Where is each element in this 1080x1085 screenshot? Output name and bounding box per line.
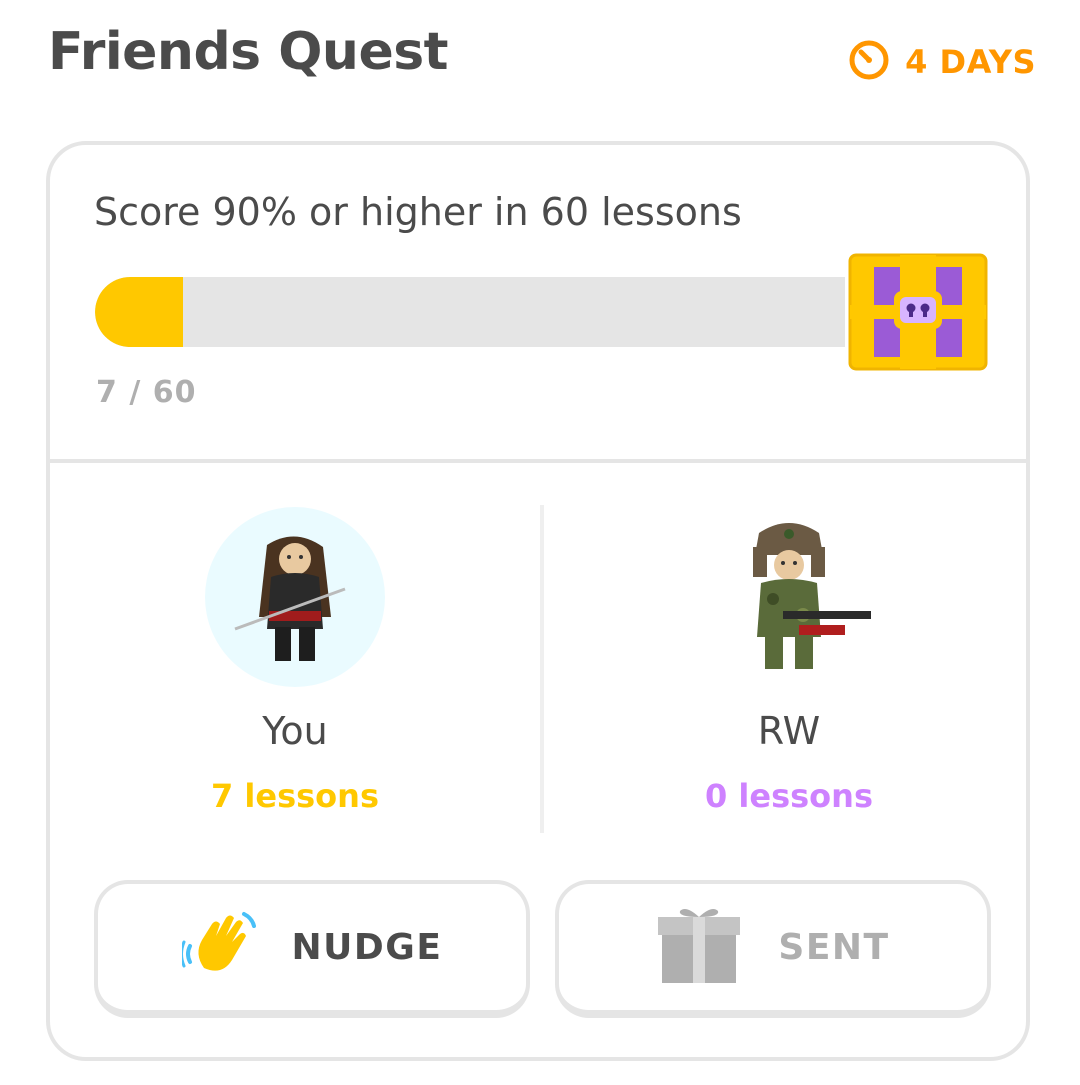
quest-timer: 4 DAYS [847,38,1036,86]
sent-button[interactable]: SENT [555,880,991,1018]
page-title: Friends Quest [48,22,449,82]
nudge-label: NUDGE [291,926,443,968]
nudge-button[interactable]: NUDGE [94,880,530,1018]
member-name: RW [757,709,821,753]
avatar[interactable] [699,507,879,687]
card-divider [50,459,1026,463]
member-rw: RW 0 lessons [544,507,1034,815]
member-lessons: 0 lessons [705,777,873,815]
gift-icon [656,905,742,989]
quest-card: Score 90% or higher in 60 lessons 7 / 60 [46,141,1030,1061]
sent-label: SENT [778,926,890,968]
progress-bar [95,277,845,347]
treasure-chest-icon [848,253,988,375]
member-lessons: 7 lessons [211,777,379,815]
waving-hand-icon [179,910,256,984]
quest-goal: Score 90% or higher in 60 lessons [94,190,742,234]
progress-fill [95,277,183,347]
progress-count: 7 / 60 [96,375,197,410]
timer-icon [847,38,891,86]
member-you: You 7 lessons [50,507,540,815]
avatar[interactable] [205,507,385,687]
timer-label: 4 DAYS [905,43,1036,81]
member-name: You [262,709,328,753]
